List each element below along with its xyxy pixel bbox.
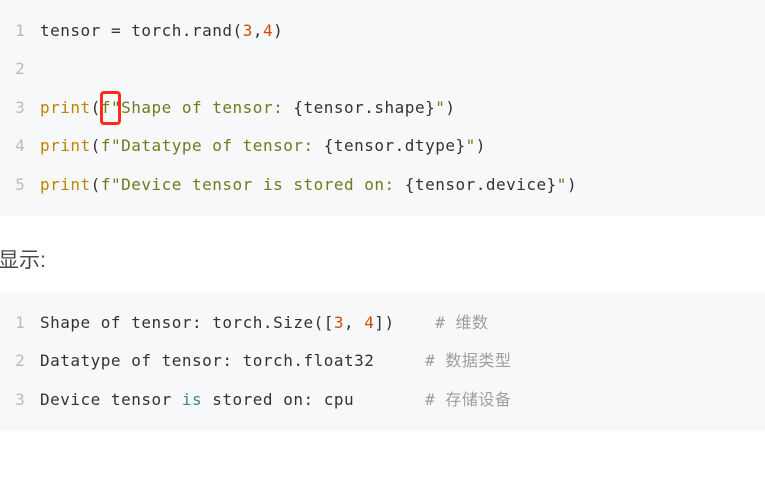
code-token: stored on: cpu xyxy=(202,390,354,409)
line-content: Datatype of tensor: torch.float32 # 数据类型 xyxy=(40,342,765,380)
code-token: = xyxy=(111,21,121,40)
code-line: 5print(f"Device tensor is stored on: {te… xyxy=(0,166,765,204)
code-line: 1tensor = torch.rand(3,4) xyxy=(0,12,765,50)
line-content: print(f"Datatype of tensor: {tensor.dtyp… xyxy=(40,127,765,165)
code-token: ( xyxy=(91,136,101,155)
line-content: print(f"Device tensor is stored on: {ten… xyxy=(40,166,765,204)
code-token: 4 xyxy=(364,313,374,332)
code-token: {tensor.dtype} xyxy=(324,136,466,155)
code-token: " xyxy=(435,98,445,117)
code-token: 4 xyxy=(263,21,273,40)
line-number: 3 xyxy=(0,381,40,419)
code-token: ([ xyxy=(314,313,334,332)
code-token: f"Device tensor is stored on: xyxy=(101,175,405,194)
line-content: Device tensor is stored on: cpu # 存储设备 xyxy=(40,381,765,419)
code-token: float32 xyxy=(303,351,374,370)
code-token: ) xyxy=(273,21,283,40)
code-token: {tensor.device} xyxy=(405,175,557,194)
code-block-bottom: 1Shape of tensor: torch.Size([3, 4]) # 维… xyxy=(0,292,765,431)
code-line: 2Datatype of tensor: torch.float32 # 数据类… xyxy=(0,342,765,380)
code-token: # 数据类型 xyxy=(425,351,511,370)
code-token xyxy=(395,313,436,332)
code-token: Size xyxy=(273,313,314,332)
line-number: 4 xyxy=(0,127,40,165)
line-number: 2 xyxy=(0,342,40,380)
code-line: 2 xyxy=(0,50,765,88)
code-token: , xyxy=(253,21,263,40)
code-token: print xyxy=(40,98,91,117)
code-token: , xyxy=(344,313,354,332)
code-token xyxy=(374,351,425,370)
code-token: Device tensor xyxy=(40,390,182,409)
code-token: f"Shape of tensor: xyxy=(101,98,294,117)
code-token: # 存储设备 xyxy=(425,390,511,409)
code-line: 3Device tensor is stored on: cpu # 存储设备 xyxy=(0,381,765,419)
code-token: Datatype of tensor: torch xyxy=(40,351,293,370)
code-token: rand xyxy=(192,21,233,40)
code-token: torch xyxy=(121,21,182,40)
code-token: ]) xyxy=(374,313,394,332)
code-line: 4print(f"Datatype of tensor: {tensor.dty… xyxy=(0,127,765,165)
code-token: ( xyxy=(91,175,101,194)
code-token: 3 xyxy=(243,21,253,40)
line-content: tensor = torch.rand(3,4) xyxy=(40,12,765,50)
code-token: print xyxy=(40,175,91,194)
line-number: 1 xyxy=(0,12,40,50)
code-token: f"Datatype of tensor: xyxy=(101,136,324,155)
line-number: 1 xyxy=(0,304,40,342)
code-token: {tensor.shape} xyxy=(293,98,435,117)
code-token: " xyxy=(557,175,567,194)
code-line: 3print(f"Shape of tensor: {tensor.shape}… xyxy=(0,89,765,127)
line-number: 3 xyxy=(0,89,40,127)
line-content: print(f"Shape of tensor: {tensor.shape}"… xyxy=(40,89,765,127)
code-token: 3 xyxy=(334,313,344,332)
code-token: . xyxy=(263,313,273,332)
line-number: 5 xyxy=(0,166,40,204)
code-line: 1Shape of tensor: torch.Size([3, 4]) # 维… xyxy=(0,304,765,342)
code-token: ) xyxy=(445,98,455,117)
code-token: tensor xyxy=(40,21,111,40)
code-token: ( xyxy=(233,21,243,40)
code-token: is xyxy=(182,390,202,409)
code-token xyxy=(354,313,364,332)
code-token: Shape of tensor: torch xyxy=(40,313,263,332)
code-block-top: 1tensor = torch.rand(3,4)23print(f"Shape… xyxy=(0,0,765,216)
code-token: . xyxy=(293,351,303,370)
line-content: Shape of tensor: torch.Size([3, 4]) # 维数 xyxy=(40,304,765,342)
code-token: print xyxy=(40,136,91,155)
code-token: ) xyxy=(476,136,486,155)
code-token: # 维数 xyxy=(435,313,488,332)
section-label: 显示: xyxy=(0,216,765,292)
code-token xyxy=(354,390,425,409)
code-token: . xyxy=(182,21,192,40)
line-number: 2 xyxy=(0,50,40,88)
code-token: ) xyxy=(567,175,577,194)
code-token: ( xyxy=(91,98,101,117)
code-token: " xyxy=(466,136,476,155)
